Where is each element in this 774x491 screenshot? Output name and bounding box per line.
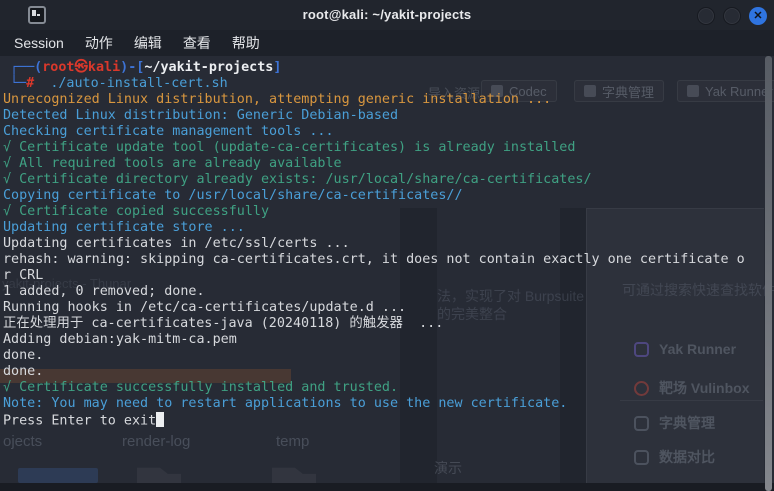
background-sidemenu-datacompare: 数据对比 bbox=[634, 447, 715, 467]
terminal-line: rehash: warning: skipping ca-certificate… bbox=[3, 252, 745, 267]
window-bottom-border bbox=[0, 483, 774, 491]
qterminal-window: root@kali: ~/yakit-projects ✕ Session 动作… bbox=[0, 0, 774, 491]
terminal-line: Checking certificate management tools ..… bbox=[3, 124, 334, 139]
terminal-line: Note: You may need to restart applicatio… bbox=[3, 396, 568, 411]
terminal-line: r CRL bbox=[3, 268, 44, 283]
terminal-line: Running hooks in /etc/ca-certificates/up… bbox=[3, 300, 407, 315]
menu-edit[interactable]: 编辑 bbox=[134, 33, 162, 53]
terminal-line: └─# ./auto-install-cert.sh bbox=[10, 76, 228, 91]
terminal-line: 1 added, 0 removed; done. bbox=[3, 284, 205, 299]
terminal-line: √ Certificate update tool (update-ca-cer… bbox=[3, 140, 576, 155]
data-compare-icon bbox=[634, 449, 649, 465]
background-folder-label: render-log bbox=[122, 433, 191, 450]
terminal-line: √ Certificate directory already exists: … bbox=[3, 172, 592, 187]
maximize-button[interactable] bbox=[723, 7, 741, 25]
terminal-line: Press Enter to exit bbox=[3, 412, 768, 429]
terminal-line: Detected Linux distribution: Generic Deb… bbox=[3, 108, 399, 123]
terminal-line: 正在处理用于 ca-certificates-java (20240118) 的… bbox=[3, 316, 444, 331]
background-folder-label: ojects bbox=[3, 433, 43, 450]
menu-bar: Session 动作 编辑 查看 帮助 bbox=[0, 30, 774, 56]
background-selected-item bbox=[18, 468, 98, 483]
background-demo-label: 演示 bbox=[434, 460, 462, 476]
terminal-line: √ All required tools are already availab… bbox=[3, 156, 342, 171]
terminal-line: done. bbox=[3, 364, 44, 379]
terminal-cursor bbox=[156, 412, 165, 427]
terminal-scrollbar[interactable] bbox=[765, 56, 772, 491]
terminal-line: Adding debian:yak-mitm-ca.pem bbox=[3, 332, 237, 347]
terminal-viewport[interactable]: 导入资源 Codec 字典管理 Yak Runner 法，实现了对 Burpsu… bbox=[0, 56, 774, 491]
minimize-button[interactable] bbox=[697, 7, 715, 25]
terminal-output: ┌──(root㉿kali)-[~/yakit-projects] └─# ./a… bbox=[3, 60, 768, 429]
menu-help[interactable]: 帮助 bbox=[232, 33, 260, 53]
title-bar[interactable]: root@kali: ~/yakit-projects ✕ bbox=[0, 0, 774, 30]
terminal-line: done. bbox=[3, 348, 44, 363]
terminal-line: Updating certificates in /etc/ssl/certs … bbox=[3, 236, 350, 251]
terminal-line: √ Certificate successfully installed and… bbox=[3, 380, 399, 395]
terminal-line: Unrecognized Linux distribution, attempt… bbox=[3, 92, 552, 107]
terminal-line: Updating certificate store ... bbox=[3, 220, 245, 235]
menu-actions[interactable]: 动作 bbox=[85, 33, 113, 53]
close-button[interactable]: ✕ bbox=[749, 7, 767, 25]
menu-session[interactable]: Session bbox=[14, 35, 64, 51]
terminal-line: √ Certificate copied successfully bbox=[3, 204, 270, 219]
terminal-line: Copying certificate to /usr/local/share/… bbox=[3, 188, 463, 203]
terminal-line: ┌──(root㉿kali)-[~/yakit-projects] bbox=[10, 60, 282, 75]
background-folder-label: temp bbox=[276, 433, 310, 450]
menu-view[interactable]: 查看 bbox=[183, 33, 211, 53]
window-title: root@kali: ~/yakit-projects bbox=[302, 7, 472, 22]
